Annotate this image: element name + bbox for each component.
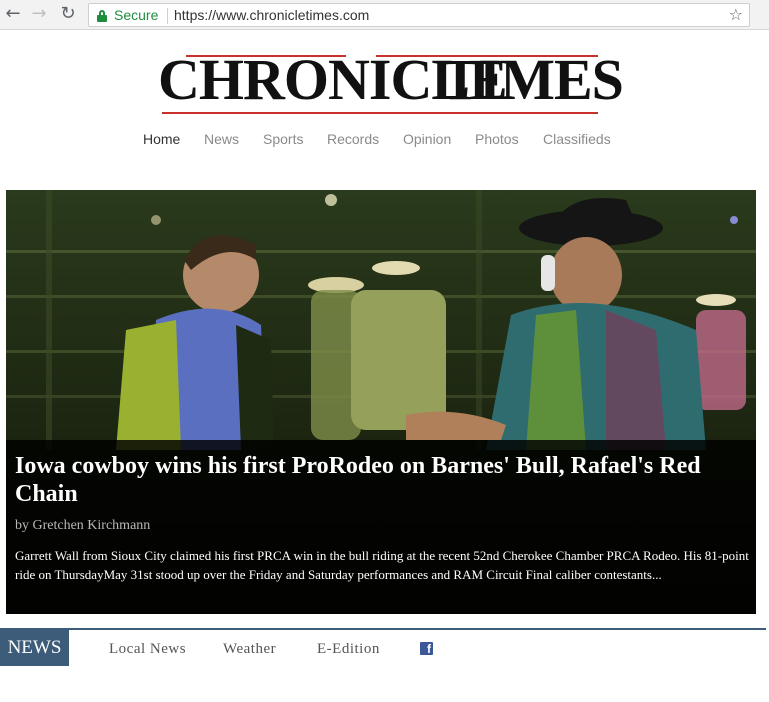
- news-section-badge[interactable]: NEWS: [0, 630, 69, 666]
- star-icon[interactable]: ☆: [729, 5, 743, 24]
- lock-icon: [97, 10, 107, 22]
- news-section-rule: [0, 628, 766, 630]
- news-link-weather[interactable]: Weather: [223, 641, 276, 658]
- news-link-local-news[interactable]: Local News: [109, 641, 186, 658]
- address-bar[interactable]: Secure https://www.chronicletimes.com ☆: [88, 3, 750, 27]
- browser-toolbar: ← → ↻ Secure https://www.chronicletimes.…: [0, 0, 769, 30]
- main-nav: Home News Sports Records Opinion Photos …: [0, 131, 769, 151]
- hero-teaser: Garrett Wall from Sioux City claimed his…: [15, 548, 749, 582]
- secure-label: Secure: [114, 7, 159, 23]
- hero-story[interactable]: Iowa cowboy wins his first ProRodeo on B…: [6, 190, 756, 614]
- url-text[interactable]: https://www.chronicletimes.com: [174, 7, 369, 23]
- nav-item-records[interactable]: Records: [327, 131, 379, 147]
- site-logo[interactable]: CHRONICLE TIMES: [158, 46, 624, 122]
- nav-item-classifieds[interactable]: Classifieds: [543, 131, 611, 147]
- reload-icon[interactable]: ↻: [58, 4, 78, 24]
- hero-byline: by Gretchen Kirchmann: [15, 518, 151, 533]
- nav-item-home[interactable]: Home: [143, 131, 180, 147]
- nav-item-news[interactable]: News: [204, 131, 239, 147]
- nav-item-photos[interactable]: Photos: [475, 131, 519, 147]
- hero-headline[interactable]: Iowa cowboy wins his first ProRodeo on B…: [15, 452, 745, 508]
- logo-word-times: TIMES: [441, 47, 624, 112]
- arrow-left-icon[interactable]: ←: [3, 4, 23, 24]
- address-separator: [167, 8, 168, 24]
- arrow-right-icon[interactable]: →: [29, 4, 49, 24]
- nav-item-sports[interactable]: Sports: [263, 131, 303, 147]
- nav-item-opinion[interactable]: Opinion: [403, 131, 451, 147]
- facebook-icon[interactable]: f: [420, 642, 433, 655]
- news-link-e-edition[interactable]: E-Edition: [317, 641, 380, 658]
